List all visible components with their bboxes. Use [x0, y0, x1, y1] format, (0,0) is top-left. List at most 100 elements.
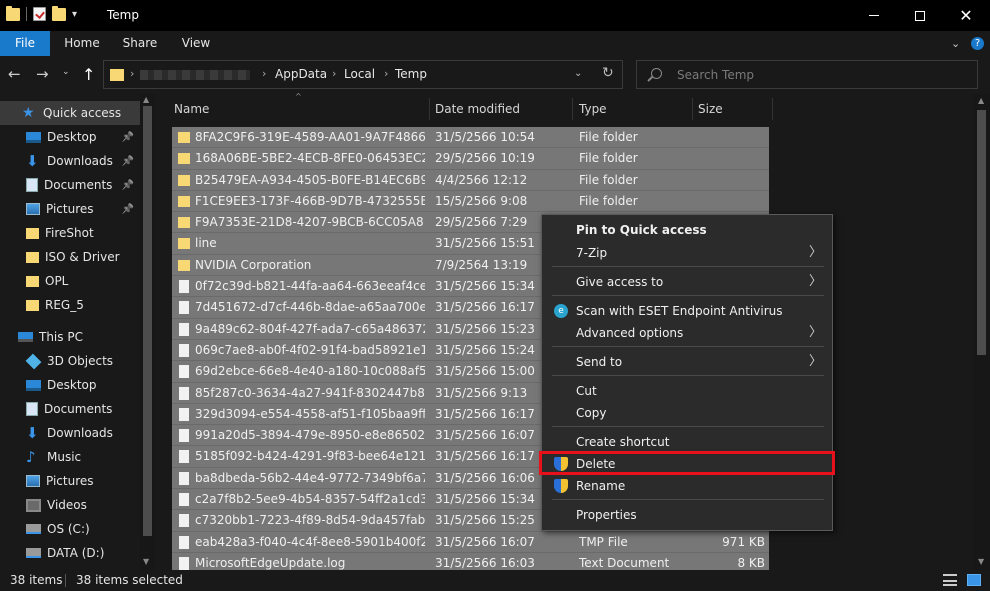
column-header-date[interactable]: Date modified: [435, 94, 520, 124]
address-bar[interactable]: › › AppData › Local › Temp ⌄ ↻: [103, 60, 623, 89]
column-header-size[interactable]: Size: [698, 94, 723, 124]
customize-toolbar-icon[interactable]: ▾: [72, 9, 77, 20]
back-button[interactable]: ←: [8, 65, 21, 83]
file-name: 7d451672-d7cf-446b-8dae-a65aa700eea4....: [195, 300, 425, 315]
column-divider[interactable]: [572, 98, 573, 120]
menu-item-copy[interactable]: Copy: [542, 402, 832, 424]
nav-item-opl[interactable]: OPL: [0, 269, 140, 293]
breadcrumb-temp[interactable]: Temp: [395, 67, 427, 81]
help-icon[interactable]: ?: [971, 37, 984, 50]
large-icons-view-icon[interactable]: [967, 574, 981, 586]
column-divider[interactable]: [692, 98, 693, 120]
menu-item-advanced-options[interactable]: Advanced options 〉: [542, 322, 832, 344]
scroll-down-icon[interactable]: ▼: [143, 557, 149, 566]
tab-view[interactable]: View: [171, 31, 221, 56]
scroll-down-icon[interactable]: ▼: [978, 557, 984, 566]
menu-item-pin-to-quick-access[interactable]: Pin to Quick access: [542, 219, 832, 241]
refresh-icon[interactable]: ↻: [602, 65, 614, 81]
recent-locations-button[interactable]: ⌄: [62, 67, 70, 77]
file-row[interactable]: B25479EA-A934-4505-B0FE-B14EC6B9EB71 4/4/…: [172, 169, 769, 191]
menu-item-properties[interactable]: Properties: [542, 504, 832, 526]
nav-item-quick-access[interactable]: ★ Quick access: [0, 101, 140, 125]
menu-item-scan-with-eset-endpoint-antivirus[interactable]: e Scan with ESET Endpoint Antivirus: [542, 300, 832, 322]
breadcrumb-chevron-icon[interactable]: ›: [332, 67, 336, 80]
minimize-button[interactable]: [851, 0, 897, 31]
file-icon: [179, 386, 189, 400]
file-row[interactable]: eab428a3-f040-4c4f-8ee8-5901b400f2e9.t..…: [172, 531, 769, 553]
nav-item-videos[interactable]: Videos: [0, 493, 140, 517]
search-box[interactable]: Search Temp: [636, 60, 978, 89]
nav-scrollbar[interactable]: ▲ ▼: [140, 94, 155, 570]
folder-icon: [6, 5, 20, 21]
nav-item-pictures[interactable]: Pictures 📌: [0, 197, 140, 221]
tab-share[interactable]: Share: [115, 31, 165, 56]
nav-item-music[interactable]: ♪ Music: [0, 445, 140, 469]
properties-icon[interactable]: [33, 7, 46, 21]
folder-icon: [178, 195, 190, 207]
expand-ribbon-icon[interactable]: ⌄: [951, 37, 960, 50]
column-divider[interactable]: [772, 98, 773, 120]
breadcrumb-chevron-icon[interactable]: ›: [384, 67, 388, 80]
nav-item-pictures[interactable]: Pictures: [0, 469, 140, 493]
breadcrumb-appdata[interactable]: AppData: [275, 67, 327, 81]
nav-item-reg-5[interactable]: REG_5: [0, 293, 140, 317]
nav-item-desktop[interactable]: Desktop: [0, 373, 140, 397]
new-folder-icon[interactable]: [52, 5, 66, 21]
maximize-icon: [915, 10, 925, 21]
folder-icon: [178, 217, 190, 229]
file-row[interactable]: 168A06BE-5BE2-4ECB-8FE0-06453EC2AF03 29/5…: [172, 148, 769, 170]
menu-item-label: 7-Zip: [576, 246, 608, 260]
column-header-name[interactable]: Name: [174, 94, 209, 124]
breadcrumb-chevron-icon[interactable]: ›: [130, 67, 134, 80]
nav-scroll-thumb[interactable]: [143, 106, 152, 536]
file-row[interactable]: 8FA2C9F6-319E-4589-AA01-9A7F4866097E 31/5…: [172, 127, 769, 149]
file-name: 168A06BE-5BE2-4ECB-8FE0-06453EC2AF03: [195, 151, 425, 166]
nav-item-3d-objects[interactable]: 3D Objects: [0, 349, 140, 373]
menu-item-7-zip[interactable]: 7-Zip 〉: [542, 242, 832, 264]
nav-item-label: OS (C:): [47, 522, 90, 536]
tab-file[interactable]: File: [0, 31, 50, 56]
file-name: 69d2ebce-66e8-4e40-a180-10c088af5988....: [195, 364, 425, 379]
scroll-up-icon[interactable]: ▲: [978, 96, 984, 105]
nav-item-os-c[interactable]: OS (C:): [0, 517, 140, 541]
list-scroll-thumb[interactable]: [977, 110, 986, 355]
item-count: 38 items: [10, 573, 63, 587]
file-icon: [179, 514, 189, 528]
menu-item-give-access-to[interactable]: Give access to 〉: [542, 271, 832, 293]
list-scrollbar[interactable]: ▲ ▼: [973, 94, 990, 570]
nav-item-label: REG_5: [45, 298, 84, 312]
nav-item-this-pc[interactable]: This PC: [0, 325, 140, 349]
menu-item-create-shortcut[interactable]: Create shortcut: [542, 431, 832, 453]
address-dropdown-icon[interactable]: ⌄: [574, 68, 582, 79]
up-button[interactable]: ↑: [82, 65, 95, 84]
tab-home[interactable]: Home: [57, 31, 107, 56]
star-icon: ★: [22, 104, 35, 121]
column-header-type[interactable]: Type: [579, 94, 607, 124]
music-icon: ♪: [26, 447, 36, 466]
file-size: 971 KB: [722, 534, 765, 549]
column-divider[interactable]: [429, 98, 430, 120]
nav-item-data-d[interactable]: DATA (D:): [0, 541, 140, 565]
forward-button[interactable]: →: [36, 65, 49, 83]
file-row[interactable]: F1CE9EE3-173F-466B-9D7B-4732555E584F 15/5…: [172, 190, 769, 213]
folder-icon: [110, 69, 124, 81]
nav-item-iso-driver[interactable]: ISO & Driver: [0, 245, 140, 269]
close-button[interactable]: ✕: [943, 0, 989, 31]
search-input[interactable]: Search Temp: [677, 68, 754, 82]
nav-item-fireshot[interactable]: FireShot: [0, 221, 140, 245]
nav-item-desktop[interactable]: Desktop 📌: [0, 125, 140, 149]
nav-item-downloads[interactable]: ⬇ Downloads: [0, 421, 140, 445]
nav-item-downloads[interactable]: ⬇ Downloads 📌: [0, 149, 140, 173]
maximize-button[interactable]: [897, 0, 943, 31]
nav-item-label: Documents: [44, 178, 113, 192]
menu-item-rename[interactable]: Rename: [542, 475, 832, 497]
breadcrumb-local[interactable]: Local: [344, 67, 375, 81]
submenu-arrow-icon: 〉: [808, 325, 822, 340]
menu-item-send-to[interactable]: Send to 〉: [542, 351, 832, 373]
scroll-up-icon[interactable]: ▲: [143, 95, 149, 104]
menu-item-cut[interactable]: Cut: [542, 380, 832, 402]
details-view-icon[interactable]: [943, 574, 957, 586]
breadcrumb-chevron-icon[interactable]: ›: [262, 67, 266, 80]
nav-item-documents[interactable]: Documents 📌: [0, 173, 140, 197]
nav-item-documents[interactable]: Documents: [0, 397, 140, 421]
